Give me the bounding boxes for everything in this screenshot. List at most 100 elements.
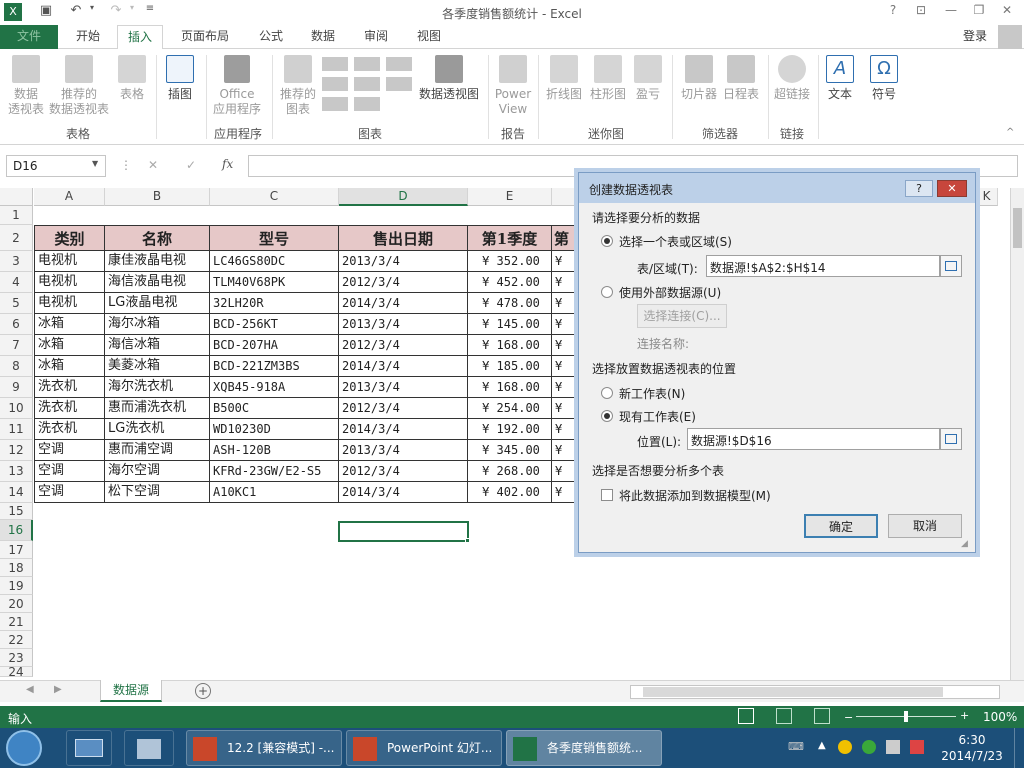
row-header[interactable]: 21 xyxy=(0,613,33,631)
row-header[interactable]: 19 xyxy=(0,577,33,595)
table-cell[interactable]: B500C xyxy=(210,398,339,419)
table-cell[interactable]: ¥ xyxy=(552,440,578,461)
sparkline-winloss-button[interactable]: 盈亏 xyxy=(630,55,666,102)
table-cell[interactable]: 空调 xyxy=(34,482,105,503)
name-box[interactable]: D16 xyxy=(6,155,106,177)
row-header[interactable]: 9 xyxy=(0,377,33,398)
hyperlink-button[interactable]: 超链接 xyxy=(770,55,814,102)
column-header[interactable]: C xyxy=(210,188,339,206)
radio-external-source[interactable] xyxy=(601,286,613,298)
slicer-button[interactable]: 切片器 xyxy=(676,55,722,102)
table-cell[interactable]: BCD-256KT xyxy=(210,314,339,335)
row-header[interactable]: 7 xyxy=(0,335,33,356)
table-cell[interactable]: 2014/3/4 xyxy=(339,482,468,503)
timeline-button[interactable]: 日程表 xyxy=(720,55,762,102)
next-sheet-icon[interactable]: ▶ xyxy=(54,684,62,695)
table-cell[interactable]: BCD-207HA xyxy=(210,335,339,356)
column-header[interactable]: D xyxy=(339,188,468,206)
office-apps-button[interactable]: Office 应用程序 xyxy=(208,55,266,117)
table-header-cell[interactable]: 第1季度 xyxy=(468,225,552,251)
row-header[interactable]: 2 xyxy=(0,225,33,251)
horizontal-scroll-thumb[interactable] xyxy=(643,687,943,697)
chart-types-gallery[interactable] xyxy=(322,57,412,117)
confirm-entry-icon[interactable]: ✓ xyxy=(186,158,196,172)
combo-chart-icon[interactable] xyxy=(386,77,412,91)
table-cell[interactable]: BCD-221ZM3BS xyxy=(210,356,339,377)
table-cell[interactable]: ¥ 268.00 xyxy=(468,461,552,482)
column-header[interactable] xyxy=(552,188,578,206)
table-cell[interactable]: 海尔冰箱 xyxy=(105,314,210,335)
table-cell[interactable]: 冰箱 xyxy=(34,335,105,356)
minimize-icon[interactable]: — xyxy=(940,3,962,21)
column-chart-icon[interactable] xyxy=(322,57,348,71)
table-cell[interactable]: ¥ xyxy=(552,461,578,482)
table-cell[interactable]: 32LH20R xyxy=(210,293,339,314)
zoom-slider-thumb[interactable] xyxy=(904,711,908,722)
table-cell[interactable]: 空调 xyxy=(34,461,105,482)
table-cell[interactable]: ¥ 168.00 xyxy=(468,377,552,398)
collapse-ribbon-icon[interactable]: ^ xyxy=(1006,127,1014,138)
pie-chart-icon[interactable] xyxy=(322,97,348,111)
table-cell[interactable]: 电视机 xyxy=(34,251,105,272)
table-cell[interactable]: ¥ xyxy=(552,251,578,272)
text-button[interactable]: A 文本 xyxy=(822,55,858,102)
table-cell[interactable]: ¥ 452.00 xyxy=(468,272,552,293)
table-cell[interactable]: 2012/3/4 xyxy=(339,461,468,482)
row-header[interactable]: 1 xyxy=(0,206,33,225)
dialog-help-button[interactable]: ? xyxy=(905,180,933,197)
select-all-corner[interactable] xyxy=(0,188,33,206)
start-button[interactable] xyxy=(6,730,42,766)
task-manager-icon[interactable] xyxy=(124,730,174,766)
scatter-chart-icon[interactable] xyxy=(354,97,380,111)
row-header[interactable]: 15 xyxy=(0,503,33,520)
tray-app-icon[interactable] xyxy=(862,740,876,754)
table-cell[interactable]: ¥ xyxy=(552,314,578,335)
row-header[interactable]: 3 xyxy=(0,251,33,272)
location-input[interactable]: 数据源!$D$16 xyxy=(687,428,940,450)
normal-view-icon[interactable] xyxy=(738,708,754,724)
table-cell[interactable]: 海信冰箱 xyxy=(105,335,210,356)
namebox-dropdown-icon[interactable]: ▼ xyxy=(92,159,98,168)
table-cell[interactable]: 美菱冰箱 xyxy=(105,356,210,377)
row-header[interactable]: 8 xyxy=(0,356,33,377)
vertical-scrollbar[interactable] xyxy=(1010,188,1024,680)
table-cell[interactable]: 松下空调 xyxy=(105,482,210,503)
table-cell[interactable]: ¥ 145.00 xyxy=(468,314,552,335)
table-cell[interactable]: WD10230D xyxy=(210,419,339,440)
page-layout-view-icon[interactable] xyxy=(776,708,792,724)
table-cell[interactable]: 洗衣机 xyxy=(34,419,105,440)
table-cell[interactable]: ¥ 192.00 xyxy=(468,419,552,440)
row-header[interactable]: 20 xyxy=(0,595,33,613)
row-header[interactable]: 16 xyxy=(0,520,33,541)
row-header[interactable]: 10 xyxy=(0,398,33,419)
restore-icon[interactable]: ❐ xyxy=(968,3,990,21)
table-cell[interactable]: 2012/3/4 xyxy=(339,335,468,356)
row-header[interactable]: 13 xyxy=(0,461,33,482)
illustrations-button[interactable]: 插图 xyxy=(160,55,200,102)
network-icon[interactable] xyxy=(886,740,900,754)
row-header[interactable]: 11 xyxy=(0,419,33,440)
row-header[interactable]: 24 xyxy=(0,666,33,678)
table-cell[interactable]: ¥ xyxy=(552,272,578,293)
row-header[interactable]: 6 xyxy=(0,314,33,335)
table-cell[interactable]: ¥ xyxy=(552,293,578,314)
radio-new-sheet[interactable] xyxy=(601,387,613,399)
table-cell[interactable]: 海尔空调 xyxy=(105,461,210,482)
table-cell[interactable]: ¥ xyxy=(552,335,578,356)
row-header[interactable]: 4 xyxy=(0,272,33,293)
table-header-cell[interactable]: 名称 xyxy=(105,225,210,251)
login-link[interactable]: 登录 xyxy=(960,25,990,49)
row-header[interactable]: 14 xyxy=(0,482,33,503)
table-cell[interactable]: ¥ xyxy=(552,356,578,377)
tab-home[interactable]: 开始 xyxy=(66,25,110,49)
table-cell[interactable]: 空调 xyxy=(34,440,105,461)
table-cell[interactable]: ¥ 402.00 xyxy=(468,482,552,503)
zoom-level[interactable]: 100% xyxy=(983,710,1017,724)
column-header[interactable]: B xyxy=(105,188,210,206)
table-cell[interactable]: ¥ 345.00 xyxy=(468,440,552,461)
table-cell[interactable]: 康佳液晶电视 xyxy=(105,251,210,272)
table-cell[interactable]: 电视机 xyxy=(34,272,105,293)
table-cell[interactable]: 2013/3/4 xyxy=(339,440,468,461)
table-cell[interactable]: 电视机 xyxy=(34,293,105,314)
radio-existing-sheet[interactable] xyxy=(601,410,613,422)
